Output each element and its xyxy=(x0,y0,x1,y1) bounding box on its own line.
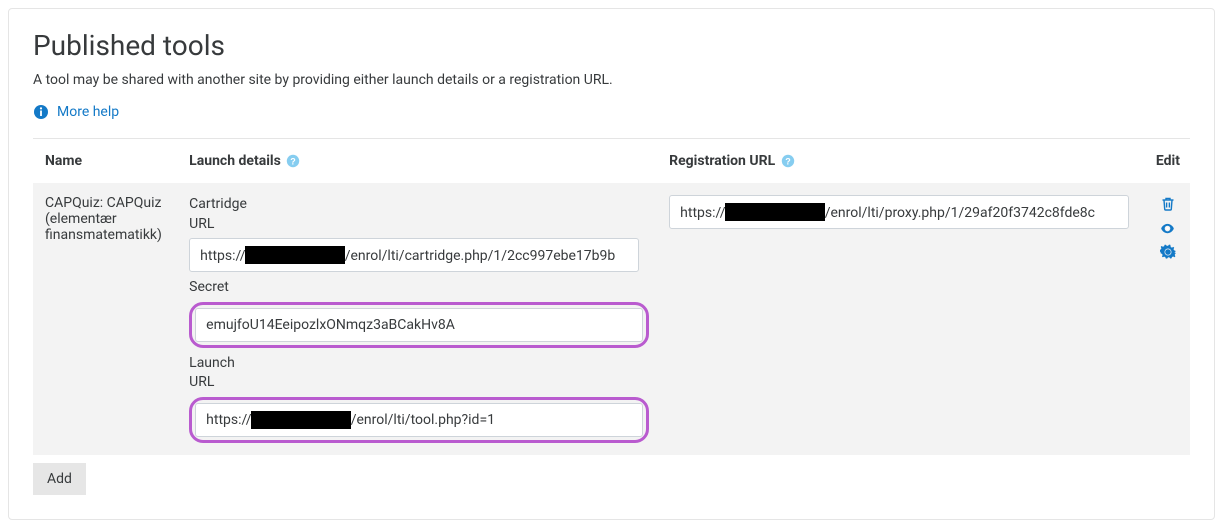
page-title: Published tools xyxy=(33,29,1190,62)
more-help-link[interactable]: More help xyxy=(33,104,119,120)
col-registration: Registration URL ? xyxy=(659,139,1146,184)
col-edit: Edit xyxy=(1146,139,1190,184)
info-circle-icon xyxy=(33,104,49,120)
cartridge-url-label: CartridgeURL xyxy=(189,195,649,234)
trash-icon[interactable] xyxy=(1159,195,1177,213)
table-row: CAPQuiz: CAPQuiz (elementær finansmatema… xyxy=(33,183,1190,455)
page-description: A tool may be shared with another site b… xyxy=(33,72,1190,88)
col-launch: Launch details ? xyxy=(179,139,659,184)
table-header-row: Name Launch details ? Registration URL ?… xyxy=(33,139,1190,184)
col-registration-label: Registration URL xyxy=(669,153,775,169)
cell-name: CAPQuiz: CAPQuiz (elementær finansmatema… xyxy=(33,183,179,455)
secret-highlight xyxy=(189,302,649,348)
gear-icon[interactable] xyxy=(1159,243,1177,261)
svg-text:?: ? xyxy=(291,157,297,167)
cell-edit xyxy=(1146,183,1190,455)
secret-label: Secret xyxy=(189,278,649,298)
col-launch-label: Launch details xyxy=(189,153,281,169)
launch-url-label: LaunchURL xyxy=(189,354,649,393)
cartridge-url-input[interactable] xyxy=(189,238,639,272)
help-icon[interactable]: ? xyxy=(286,154,300,168)
help-icon[interactable]: ? xyxy=(781,154,795,168)
launch-url-input[interactable] xyxy=(195,403,643,437)
published-tools-panel: Published tools A tool may be shared wit… xyxy=(8,8,1215,520)
tools-table: Name Launch details ? Registration URL ?… xyxy=(33,138,1190,495)
col-name: Name xyxy=(33,139,179,184)
secret-input[interactable] xyxy=(195,308,643,342)
launch-url-highlight xyxy=(189,397,649,443)
add-row: Add xyxy=(33,455,1190,495)
svg-text:?: ? xyxy=(785,157,791,167)
eye-icon[interactable] xyxy=(1159,219,1177,237)
add-button[interactable]: Add xyxy=(33,463,86,495)
more-help-text[interactable]: More help xyxy=(57,104,119,120)
registration-url-input[interactable] xyxy=(669,195,1129,229)
cell-launch-details: CartridgeURL Secret LaunchURL xyxy=(179,183,659,455)
cell-registration xyxy=(659,183,1146,455)
